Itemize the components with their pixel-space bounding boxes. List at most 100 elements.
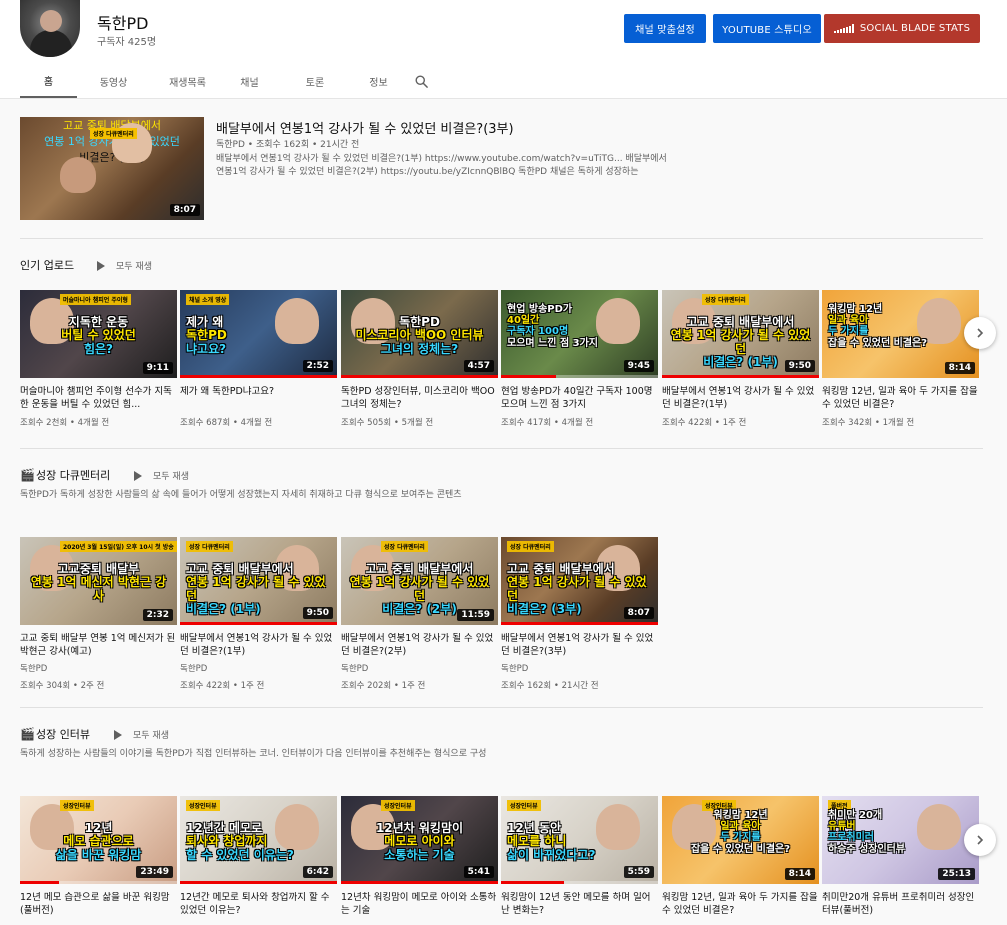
video-thumbnail[interactable]: 성장 다큐멘터리 고교 중퇴 배달부에서 연봉 1억 강사가 될 수 있었던 비결은?… <box>501 537 658 625</box>
video-title[interactable]: 워킹맘이 12년 동안 메모를 하며 일어난 변화는? <box>501 892 658 917</box>
video-thumbnail[interactable]: 성장인터뷰 12년간 메모로 퇴사와 창업까지 할 수 있었던 이유는? 6:42 <box>180 796 337 884</box>
video-title[interactable]: 워킹맘 12년, 일과 육아 두 가지를 잡을 수 있었던 비결은? <box>822 386 979 411</box>
section-title-documentary[interactable]: 🎬 성장 다큐멘터리 <box>20 467 110 483</box>
play-all-button[interactable]: 모두 재생 <box>114 728 169 741</box>
thumb-caption-line: 메모를 하니 <box>507 834 567 849</box>
video-card[interactable]: 성장인터뷰 워킹맘 12년 일과 육아 두 가지를 잡을 수 있었던 비결은? 8:14 워… <box>662 796 819 917</box>
video-thumbnail[interactable]: 머슬마니아 챔피언 주이형지독한 운동 버틸 수 있었던 힘은? 9:11 <box>20 290 177 378</box>
section-divider <box>20 238 983 239</box>
video-card[interactable]: 성장 다큐멘터리 고교 중퇴 배달부에서 연봉 1억 강사가 될 수 있었던 비결은?… <box>501 537 658 691</box>
section-title-interview[interactable]: 🎬 성장 인터뷰 <box>20 726 90 742</box>
video-thumbnail[interactable]: 성장 다큐멘터리 고교 중퇴 배달부에서 연봉 1억 강사가 될 수 있었던 비결은?… <box>180 537 337 625</box>
thumb-caption-line: 소통하는 기술 <box>384 847 455 862</box>
video-thumbnail[interactable]: 성장 다큐멘터리 고교 중퇴 배달부에서 연봉 1억 강사가 될 수 있었던 비결은?… <box>341 537 498 625</box>
video-card[interactable]: 성장인터뷰 12년 메모 습관으로 삶을 바꾼 워킹맘 23:49 12년 메모 습관으로… <box>20 796 177 917</box>
video-title[interactable]: 현업 방송PD가 40일간 구독자 100명 모으며 느낀 점 3가지 <box>501 386 658 411</box>
clapperboard-icon: 🎬 <box>20 727 35 741</box>
video-thumbnail[interactable]: 성장 다큐멘터리 고교 중퇴 배달부에서 연봉 1억 강사가 될 수 있었던 비결은?… <box>662 290 819 378</box>
thumb-caption-line: 연봉 1억 강사가 될 수 있었던 <box>507 575 647 603</box>
video-title[interactable]: 배달부에서 연봉1억 강사가 될 수 있었던 비결은?(3부) <box>501 633 658 658</box>
video-thumbnail[interactable]: 풀버전 취미만 20개 유튜버 프로취미러 하승주 성장인터뷰 25:13 <box>822 796 979 884</box>
section-title-popular[interactable]: 인기 업로드 <box>20 257 74 273</box>
video-title[interactable]: 취미만20개 유튜버 프로취미러 성장인터뷰(풀버전) <box>822 892 979 917</box>
video-card[interactable]: 성장 다큐멘터리 고교 중퇴 배달부에서 연봉 1억 강사가 될 수 있었던 비결은?… <box>341 537 498 691</box>
customize-channel-button[interactable]: 채널 맞춤설정 <box>624 14 706 43</box>
featured-video-thumbnail[interactable]: 성장 다큐멘터리 고교 중퇴 배달부에서 연봉 1억 강사가 될 수 있었던 비… <box>20 117 204 220</box>
thumb-caption-line: 하승주 성장인터뷰 <box>828 843 906 855</box>
play-all-button[interactable]: 모두 재생 <box>134 469 189 482</box>
thumb-person <box>60 157 96 193</box>
video-thumbnail[interactable]: 워킹맘 12년 일과 육아 두 가지를 잡을 수 있었던 비결은? 8:14 <box>822 290 979 378</box>
thumb-caption-line: 미스코리아 백OO 인터뷰 <box>355 328 484 343</box>
play-all-button[interactable]: 모두 재생 <box>97 259 152 272</box>
duration-badge: 9:50 <box>302 607 333 619</box>
video-title[interactable]: 머슬마니아 챔피언 주이형 선수가 지독한 운동을 버틸 수 있었던 힘... <box>20 386 177 411</box>
thumb-caption-line: 냐고요? <box>186 341 227 356</box>
video-title[interactable]: 12년차 워킹맘이 메모로 아이와 소통하는 기술 <box>341 892 498 917</box>
video-thumbnail[interactable]: 성장인터뷰 12년차 워킹맘이 메모로 아이와 소통하는 기술 5:41 <box>341 796 498 884</box>
video-thumbnail[interactable]: 성장인터뷰 12년 동안 메모를 하니 삶이 바뀌었다고? 5:59 <box>501 796 658 884</box>
thumb-caption-line: 잡을 수 있었던 비결은? <box>828 337 928 349</box>
youtube-studio-button[interactable]: YOUTUBE 스튜디오 <box>713 14 821 43</box>
video-thumbnail[interactable]: 2020년 3월 15일(일) 오후 10시 첫 방송 고교중퇴 배달부 연봉 1억… <box>20 537 177 625</box>
duration-badge: 9:45 <box>623 360 654 372</box>
watch-progress-bar <box>501 622 658 625</box>
video-card[interactable]: 성장인터뷰 12년차 워킹맘이 메모로 아이와 소통하는 기술 5:41 12년차 워킹맘… <box>341 796 498 917</box>
featured-video-title[interactable]: 배달부에서 연봉1억 강사가 될 수 있었던 비결은?(3부) <box>216 118 514 137</box>
chevron-right-icon[interactable] <box>964 317 996 349</box>
duration-badge: 2:52 <box>302 360 333 372</box>
video-card[interactable]: 풀버전 취미만 20개 유튜버 프로취미러 하승주 성장인터뷰 25:13 취미만20개 유… <box>822 796 979 917</box>
thumb-badge: 머슬마니아 챔피언 주이형 <box>60 294 131 305</box>
tab-videos[interactable]: 동영상 <box>77 64 150 98</box>
clapperboard-icon: 🎬 <box>20 468 35 482</box>
video-thumbnail[interactable]: 성장인터뷰 12년 메모 습관으로 삶을 바꾼 워킹맘 23:49 <box>20 796 177 884</box>
video-title[interactable]: 배달부에서 연봉1억 강사가 될 수 있었던 비결은?(1부) <box>662 386 819 411</box>
video-title[interactable]: 12년 메모 습관으로 삶을 바꾼 워킹맘 (풀버전) <box>20 892 177 917</box>
play-icon <box>97 260 105 271</box>
video-card[interactable]: 성장인터뷰 12년간 메모로 퇴사와 창업까지 할 수 있었던 이유는? 6:42 12년… <box>180 796 337 917</box>
featured-video-description: 배달부에서 연봉1억 강사가 될 수 있었던 비결은?(1부) https://… <box>216 154 667 177</box>
thumb-caption-line: 두 가지를 <box>828 326 869 338</box>
video-thumbnail[interactable]: 현업 방송PD가 40일간 구독자 100명 모으며 느낀 점 3가지 9:45 <box>501 290 658 378</box>
video-title[interactable]: 배달부에서 연봉1억 강사가 될 수 있었던 비결은?(1부) <box>180 633 337 658</box>
video-card[interactable]: 채널 소개 영상 제가 왜 독한PD 냐고요? 2:52 제가 왜 독한PD냐고요? 조회수… <box>180 290 337 428</box>
thumb-caption: 지독한 운동 버틸 수 있었던 힘은? <box>26 315 171 356</box>
video-title[interactable]: 제가 왜 독한PD냐고요? <box>180 386 337 411</box>
video-channel-name[interactable]: 독한PD <box>341 662 498 674</box>
video-card[interactable]: 머슬마니아 챔피언 주이형 지독한 운동 버틸 수 있었던 힘은? 9:11 머슬마니아 … <box>20 290 177 428</box>
video-thumbnail[interactable]: 독한PD 미스코리아 백OO 인터뷰 그녀의 정체는? 4:57 <box>341 290 498 378</box>
video-card[interactable]: 성장인터뷰 12년 동안 메모를 하니 삶이 바뀌었다고? 5:59 워킹맘이 12년 동… <box>501 796 658 917</box>
video-title[interactable]: 배달부에서 연봉1억 강사가 될 수 있었던 비결은?(2부) <box>341 633 498 658</box>
video-title[interactable]: 12년간 메모로 퇴사와 창업까지 할 수 있었던 이유는? <box>180 892 337 917</box>
video-card[interactable]: 독한PD 미스코리아 백OO 인터뷰 그녀의 정체는? 4:57 독한PD 성장인터뷰,… <box>341 290 498 428</box>
video-title[interactable]: 독한PD 성장인터뷰, 미스코리아 백OO 그녀의 정체는? <box>341 386 498 411</box>
video-card[interactable]: 성장 다큐멘터리 고교 중퇴 배달부에서 연봉 1억 강사가 될 수 있었던 비결은?… <box>180 537 337 691</box>
thumb-badge: 성장 다큐멘터리 <box>90 128 137 139</box>
social-blade-label: SOCIAL BLADE STATS <box>859 23 971 34</box>
video-thumbnail[interactable]: 채널 소개 영상 제가 왜 독한PD 냐고요? 2:52 <box>180 290 337 378</box>
duration-badge: 8:14 <box>784 868 815 880</box>
duration-badge: 9:11 <box>142 362 173 374</box>
tab-channels[interactable]: 채널 <box>225 64 274 98</box>
video-card[interactable]: 성장 다큐멘터리 고교 중퇴 배달부에서 연봉 1억 강사가 될 수 있었던 비결은?… <box>662 290 819 428</box>
thumb-badge: 성장 다큐멘터리 <box>507 541 554 552</box>
video-channel-name[interactable]: 독한PD <box>20 662 177 674</box>
social-blade-button[interactable]: SOCIAL BLADE STATS <box>824 14 980 43</box>
video-title[interactable]: 워킹맘 12년, 일과 육아 두 가지를 잡을 수 있었던 비결은? <box>662 892 819 917</box>
tab-playlists[interactable]: 재생목록 <box>150 64 225 98</box>
tab-home[interactable]: 홈 <box>20 64 77 98</box>
channel-avatar[interactable] <box>20 0 80 57</box>
video-title[interactable]: 고교 중퇴 배달부 연봉 1억 메신저가 된 박현근 강사(예고) <box>20 633 177 658</box>
video-channel-name[interactable]: 독한PD <box>501 662 658 674</box>
chevron-right-icon[interactable] <box>964 824 996 856</box>
search-icon[interactable] <box>407 64 435 98</box>
video-card[interactable]: 2020년 3월 15일(일) 오후 10시 첫 방송 고교중퇴 배달부 연봉 1억… <box>20 537 177 691</box>
video-card[interactable]: 현업 방송PD가 40일간 구독자 100명 모으며 느낀 점 3가지 9:45 현업 방… <box>501 290 658 428</box>
video-card[interactable]: 워킹맘 12년 일과 육아 두 가지를 잡을 수 있었던 비결은? 8:14 워킹맘 12… <box>822 290 979 428</box>
thumb-caption-line: 워킹맘 12년 <box>713 810 768 821</box>
tab-discussion[interactable]: 토론 <box>274 64 356 98</box>
video-channel-name[interactable]: 독한PD <box>180 662 337 674</box>
tab-about[interactable]: 정보 <box>356 64 401 98</box>
duration-badge: 4:57 <box>463 360 494 372</box>
video-thumbnail[interactable]: 성장인터뷰 워킹맘 12년 일과 육아 두 가지를 잡을 수 있었던 비결은? 8:14 <box>662 796 819 884</box>
